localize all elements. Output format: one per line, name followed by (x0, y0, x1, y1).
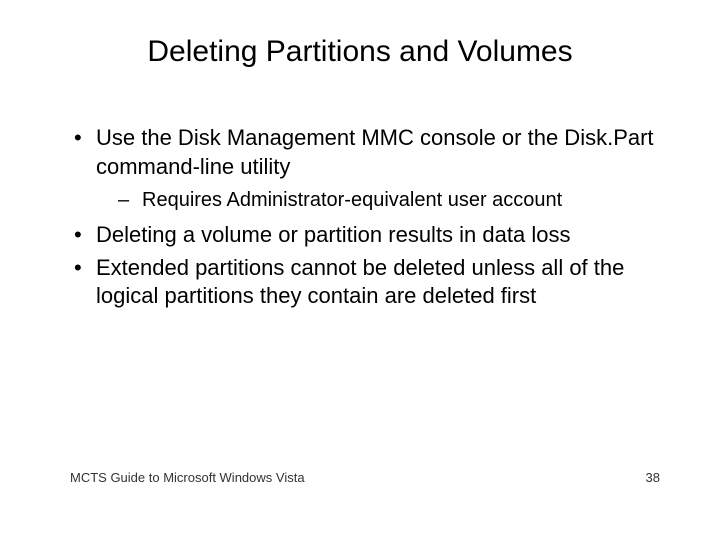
slide: Deleting Partitions and Volumes Use the … (0, 0, 720, 540)
bullet-item: Extended partitions cannot be deleted un… (70, 254, 670, 311)
slide-title: Deleting Partitions and Volumes (50, 35, 670, 69)
slide-content: Use the Disk Management MMC console or t… (50, 124, 670, 311)
bullet-text: Deleting a volume or partition results i… (96, 222, 570, 247)
slide-footer: MCTS Guide to Microsoft Windows Vista 38 (70, 470, 660, 485)
bullet-text: Use the Disk Management MMC console or t… (96, 125, 654, 179)
footer-text: MCTS Guide to Microsoft Windows Vista (70, 470, 305, 485)
bullet-list: Use the Disk Management MMC console or t… (70, 124, 670, 311)
bullet-item: Deleting a volume or partition results i… (70, 221, 670, 250)
page-number: 38 (646, 470, 660, 485)
bullet-item: Use the Disk Management MMC console or t… (70, 124, 670, 213)
sub-bullet-item: Requires Administrator-equivalent user a… (116, 187, 670, 213)
sub-bullet-list: Requires Administrator-equivalent user a… (116, 187, 670, 213)
bullet-text: Extended partitions cannot be deleted un… (96, 255, 624, 309)
sub-bullet-text: Requires Administrator-equivalent user a… (142, 189, 562, 211)
